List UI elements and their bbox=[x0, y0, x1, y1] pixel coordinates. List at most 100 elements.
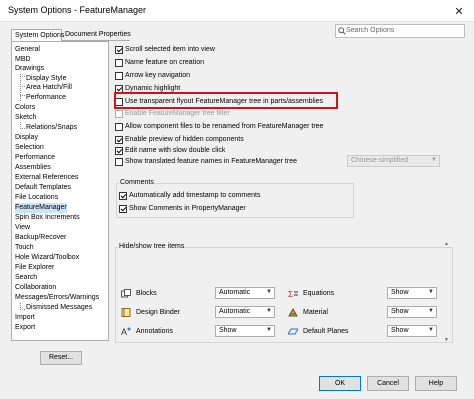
material-select[interactable]: Show ▼ bbox=[387, 306, 437, 318]
help-button[interactable]: Help bbox=[415, 376, 457, 391]
option-enable-tree-filter: Enable FeatureManager tree filter bbox=[115, 109, 230, 118]
search-placeholder: Search Options bbox=[346, 27, 395, 34]
chevron-down-icon: ▼ bbox=[266, 327, 272, 333]
tree-item-dismissed-messages[interactable]: Dismissed Messages bbox=[26, 303, 92, 313]
checkbox[interactable] bbox=[115, 122, 123, 131]
ok-button[interactable]: OK bbox=[319, 376, 361, 391]
hide-show-scrollbar[interactable]: ▲ ▼ bbox=[444, 241, 450, 343]
checkbox[interactable] bbox=[115, 45, 123, 54]
scroll-up-icon[interactable]: ▲ bbox=[444, 241, 449, 247]
tree-item-performance[interactable]: Performance bbox=[15, 153, 55, 163]
chevron-down-icon: ▼ bbox=[428, 327, 434, 333]
hide-show-item-material: Material bbox=[288, 308, 328, 317]
option-show-translated-names[interactable]: Show translated feature names in Feature… bbox=[115, 157, 297, 166]
item-label: Design Binder bbox=[136, 309, 180, 316]
tree-item-drawings[interactable]: Drawings bbox=[15, 64, 44, 74]
checkbox[interactable] bbox=[115, 135, 123, 144]
tab-system-options[interactable]: System Options bbox=[11, 29, 64, 41]
hide-show-group-label: Hide/show tree items bbox=[118, 243, 186, 250]
tree-item-area-hatch-fill[interactable]: Area Hatch/Fill bbox=[26, 83, 72, 93]
tree-item-file-locations[interactable]: File Locations bbox=[15, 193, 58, 203]
option-label: Automatically add timestamp to comments bbox=[129, 192, 261, 199]
item-label: Annotations bbox=[136, 328, 173, 335]
tree-item-search[interactable]: Search bbox=[15, 273, 37, 283]
chevron-down-icon: ▼ bbox=[266, 289, 272, 295]
hide-show-item-annotations: A Annotations bbox=[121, 327, 173, 336]
blocks-select[interactable]: Automatic ▼ bbox=[215, 287, 275, 299]
checkbox[interactable] bbox=[119, 191, 127, 200]
tree-item-backup-recover[interactable]: Backup/Recover bbox=[15, 233, 66, 243]
scroll-down-icon[interactable]: ▼ bbox=[444, 337, 449, 343]
tree-item-view[interactable]: View bbox=[15, 223, 30, 233]
item-label: Blocks bbox=[136, 290, 157, 297]
tree-item-collaboration[interactable]: Collaboration bbox=[15, 283, 56, 293]
tree-item-selection[interactable]: Selection bbox=[15, 143, 44, 153]
default-planes-select[interactable]: Show ▼ bbox=[387, 325, 437, 337]
option-label: Show Comments in PropertyManager bbox=[129, 205, 246, 212]
hide-show-item-equations: Σ Equations bbox=[288, 289, 334, 298]
search-input[interactable]: Search Options bbox=[335, 24, 465, 38]
option-show-comments[interactable]: Show Comments in PropertyManager bbox=[119, 204, 246, 213]
comments-group-label: Comments bbox=[119, 179, 155, 186]
tree-item-import[interactable]: Import bbox=[15, 313, 35, 323]
tree-item-file-explorer[interactable]: File Explorer bbox=[15, 263, 54, 273]
tree-item-default-templates[interactable]: Default Templates bbox=[15, 183, 71, 193]
window-title: System Options - FeatureManager bbox=[8, 5, 147, 15]
select-value: Show bbox=[219, 327, 237, 334]
option-label: Name feature on creation bbox=[125, 59, 204, 66]
option-edit-name-slow-double-click[interactable]: Edit name with slow double click bbox=[115, 146, 225, 155]
blocks-icon bbox=[121, 289, 131, 298]
chevron-down-icon: ▼ bbox=[266, 308, 272, 314]
options-tree[interactable]: General MBD Drawings Display Style Area … bbox=[11, 41, 109, 341]
chevron-down-icon: ▼ bbox=[428, 289, 434, 295]
tree-item-relations-snaps[interactable]: Relations/Snaps bbox=[26, 123, 77, 133]
hide-show-item-default-planes: Default Planes bbox=[288, 327, 349, 336]
tree-item-hole-wizard-toolbox[interactable]: Hole Wizard/Toolbox bbox=[15, 253, 79, 263]
select-value: Show bbox=[391, 327, 409, 334]
checkbox[interactable] bbox=[119, 204, 127, 213]
design-binder-select[interactable]: Automatic ▼ bbox=[215, 306, 275, 318]
select-value: Show bbox=[391, 308, 409, 315]
tree-item-export[interactable]: Export bbox=[15, 323, 35, 333]
option-auto-timestamp[interactable]: Automatically add timestamp to comments bbox=[119, 191, 261, 200]
tree-item-assemblies[interactable]: Assemblies bbox=[15, 163, 51, 173]
tab-document-properties[interactable]: Document Properties bbox=[62, 29, 131, 41]
checkbox bbox=[115, 109, 123, 118]
chevron-down-icon: ▼ bbox=[431, 157, 437, 163]
checkbox[interactable] bbox=[115, 157, 123, 166]
equations-select[interactable]: Show ▼ bbox=[387, 287, 437, 299]
close-icon[interactable]: ✕ bbox=[448, 2, 470, 20]
tree-item-sketch[interactable]: Sketch bbox=[15, 113, 36, 123]
option-label: Allow component files to be renamed from… bbox=[125, 123, 324, 130]
option-label: Arrow key navigation bbox=[125, 72, 190, 79]
material-icon bbox=[288, 308, 298, 317]
tree-item-touch[interactable]: Touch bbox=[15, 243, 34, 253]
checkbox[interactable] bbox=[115, 146, 123, 155]
cancel-button[interactable]: Cancel bbox=[367, 376, 409, 391]
tree-item-performance-drawings[interactable]: Performance bbox=[26, 93, 66, 103]
select-value: Automatic bbox=[219, 289, 251, 296]
option-arrow-key-navigation[interactable]: Arrow key navigation bbox=[115, 71, 190, 80]
equations-icon: Σ bbox=[288, 290, 298, 298]
annotations-select[interactable]: Show ▼ bbox=[215, 325, 275, 337]
tree-item-external-references[interactable]: External References bbox=[15, 173, 78, 183]
search-icon bbox=[338, 27, 346, 35]
tree-item-spin-box-increments[interactable]: Spin Box Increments bbox=[15, 213, 80, 223]
item-label: Default Planes bbox=[303, 328, 349, 335]
tree-item-messages-errors-warnings[interactable]: Messages/Errors/Warnings bbox=[15, 293, 99, 303]
annotations-icon: A bbox=[121, 327, 131, 336]
checkbox[interactable] bbox=[115, 58, 123, 67]
option-name-feature-on-creation[interactable]: Name feature on creation bbox=[115, 58, 204, 67]
hide-show-item-blocks: Blocks bbox=[121, 289, 157, 298]
option-label: Enable FeatureManager tree filter bbox=[125, 110, 230, 117]
svg-text:A: A bbox=[121, 327, 127, 336]
option-scroll-selected-item[interactable]: Scroll selected item into view bbox=[115, 45, 215, 54]
option-allow-rename[interactable]: Allow component files to be renamed from… bbox=[115, 122, 323, 131]
tree-item-display[interactable]: Display bbox=[15, 133, 38, 143]
option-preview-hidden[interactable]: Enable preview of hidden components bbox=[115, 135, 244, 144]
tree-item-featuremanager[interactable]: FeatureManager bbox=[15, 203, 67, 213]
tree-item-colors[interactable]: Colors bbox=[15, 103, 35, 113]
tree-item-general[interactable]: General bbox=[15, 45, 40, 55]
reset-button[interactable]: Reset... bbox=[40, 351, 82, 365]
checkbox[interactable] bbox=[115, 71, 123, 80]
